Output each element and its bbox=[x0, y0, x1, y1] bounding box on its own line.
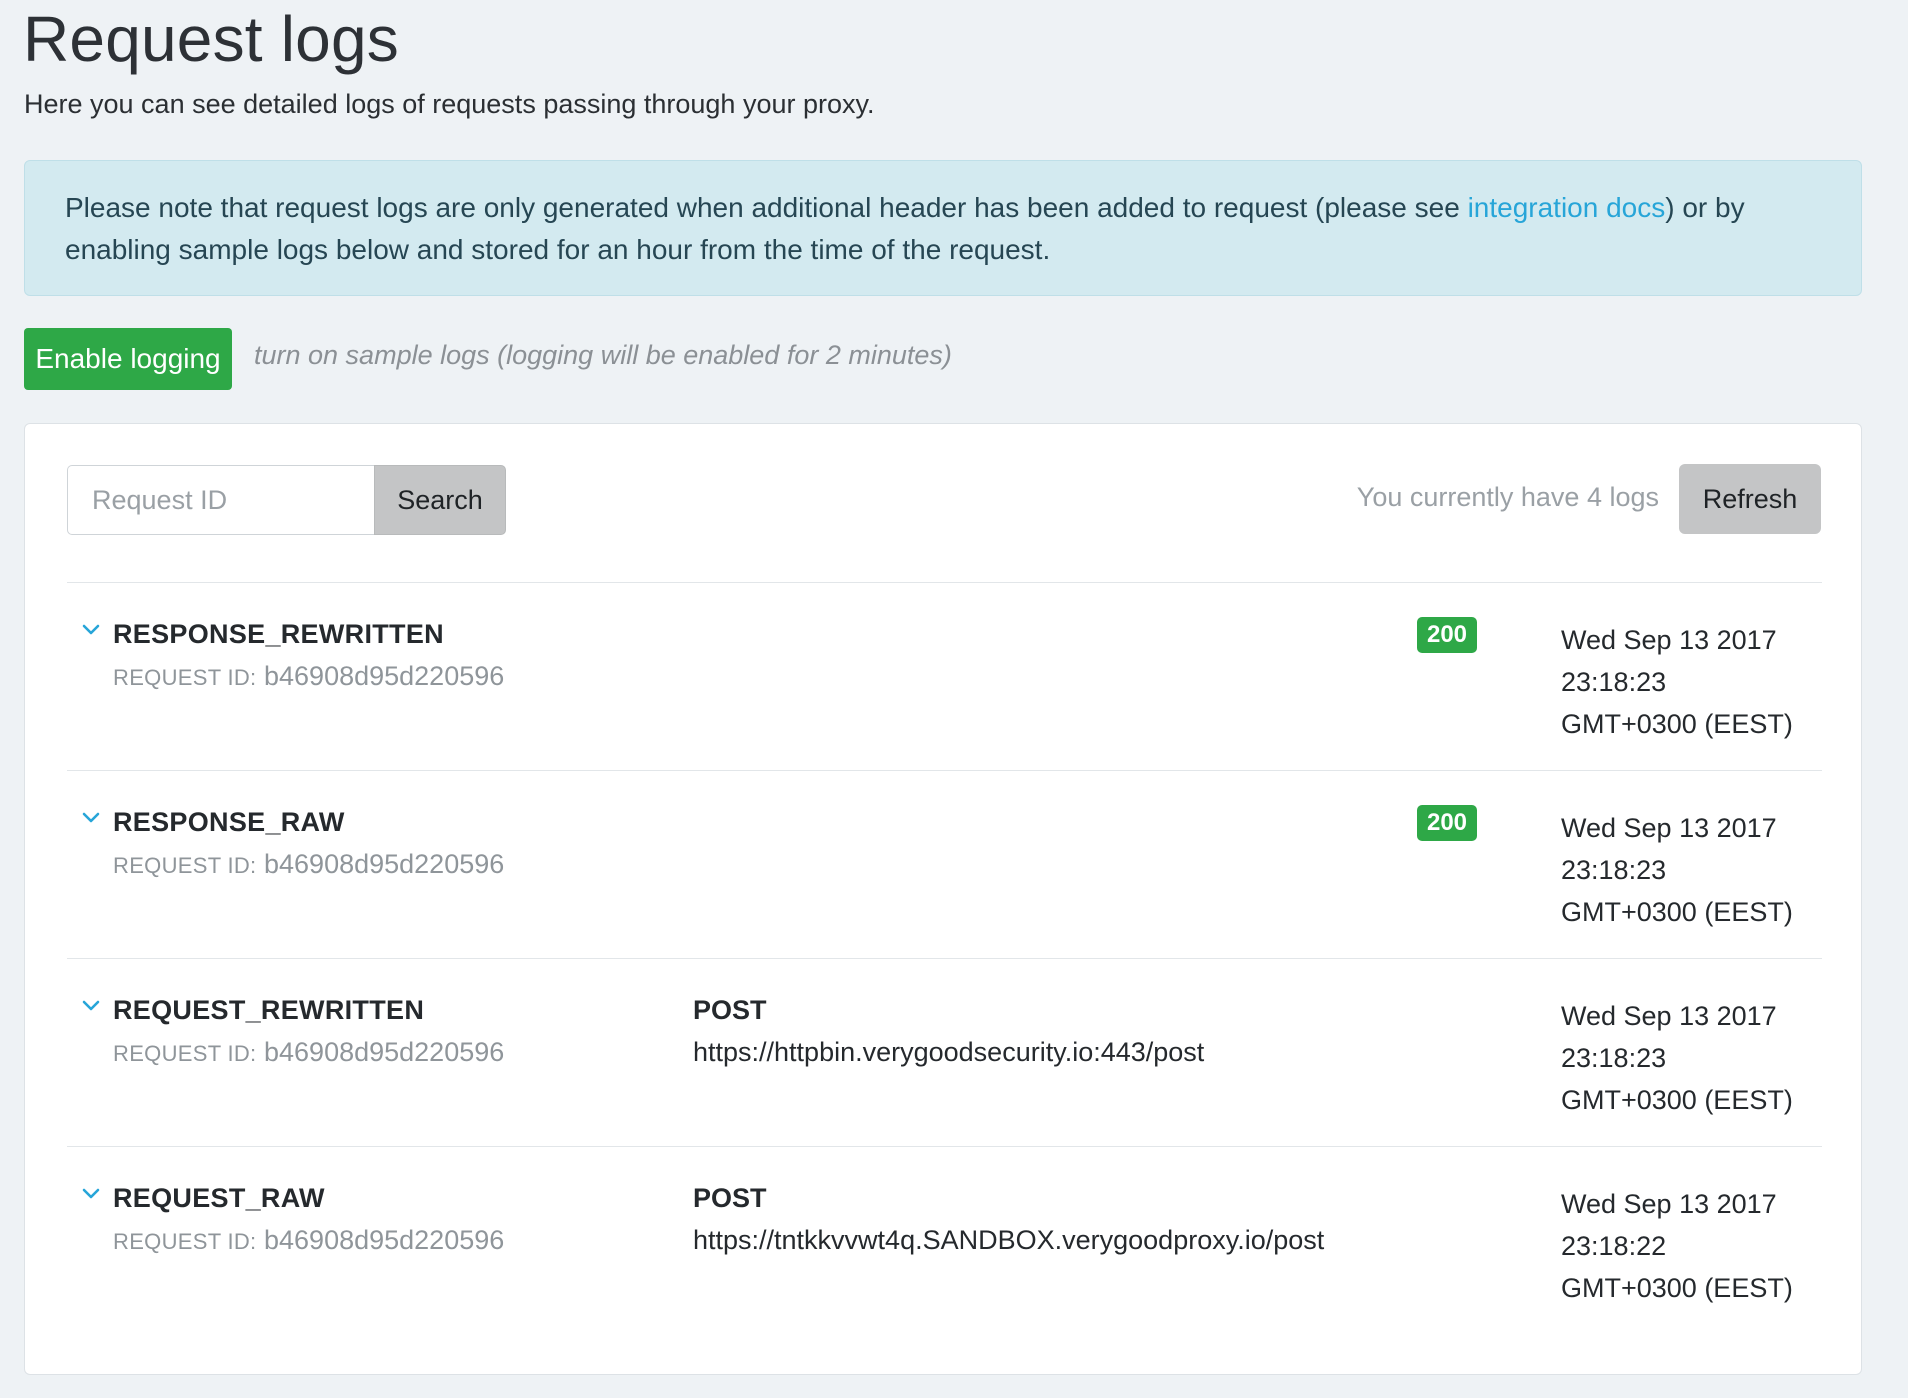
logs-card: Search You currently have 4 logs Refresh… bbox=[24, 423, 1862, 1375]
log-row[interactable]: RESPONSE_RAW REQUEST ID: b46908d95d22059… bbox=[67, 771, 1822, 959]
log-url: https://tntkkvvwt4q.SANDBOX.verygoodprox… bbox=[693, 1225, 1325, 1255]
log-date: Wed Sep 13 2017 bbox=[1561, 813, 1777, 843]
request-logs-page: Request logs Here you can see detailed l… bbox=[0, 0, 1908, 1398]
log-row[interactable]: REQUEST_RAW REQUEST ID: b46908d95d220596… bbox=[67, 1147, 1822, 1335]
log-row[interactable]: RESPONSE_REWRITTEN REQUEST ID: b46908d95… bbox=[67, 583, 1822, 771]
log-type: RESPONSE_REWRITTEN bbox=[113, 619, 444, 649]
log-request-id: REQUEST ID: b46908d95d220596 bbox=[113, 1225, 504, 1256]
request-id-label: REQUEST ID: bbox=[113, 853, 257, 878]
log-timestamp: Wed Sep 13 2017 23:18:23 GMT+0300 (EEST) bbox=[1561, 807, 1801, 933]
page-subtitle: Here you can see detailed logs of reques… bbox=[24, 89, 875, 119]
search-button[interactable]: Search bbox=[374, 465, 506, 535]
log-request-id: REQUEST ID: b46908d95d220596 bbox=[113, 1037, 504, 1068]
log-timezone: GMT+0300 (EEST) bbox=[1561, 1085, 1793, 1115]
enable-logging-button[interactable]: Enable logging bbox=[24, 328, 232, 390]
request-id-label: REQUEST ID: bbox=[113, 1229, 257, 1254]
request-id-search-input[interactable] bbox=[67, 465, 374, 535]
log-url: https://httpbin.verygoodsecurity.io:443/… bbox=[693, 1037, 1205, 1067]
log-time: 23:18:22 bbox=[1561, 1231, 1667, 1261]
log-time: 23:18:23 bbox=[1561, 1043, 1667, 1073]
log-timestamp: Wed Sep 13 2017 23:18:23 GMT+0300 (EEST) bbox=[1561, 995, 1801, 1121]
log-type: REQUEST_RAW bbox=[113, 1183, 325, 1213]
log-list: RESPONSE_REWRITTEN REQUEST ID: b46908d95… bbox=[67, 582, 1822, 1335]
request-id-label: REQUEST ID: bbox=[113, 1041, 257, 1066]
log-timezone: GMT+0300 (EEST) bbox=[1561, 1273, 1793, 1303]
chevron-down-icon[interactable] bbox=[81, 811, 101, 825]
request-id-value: b46908d95d220596 bbox=[264, 1225, 505, 1255]
log-type: REQUEST_REWRITTEN bbox=[113, 995, 425, 1025]
request-id-value: b46908d95d220596 bbox=[264, 849, 505, 879]
log-type: RESPONSE_RAW bbox=[113, 807, 345, 837]
log-request-id: REQUEST ID: b46908d95d220596 bbox=[113, 849, 504, 880]
log-count-text: You currently have 4 logs bbox=[1356, 482, 1659, 512]
request-id-value: b46908d95d220596 bbox=[264, 661, 505, 691]
log-date: Wed Sep 13 2017 bbox=[1561, 1189, 1777, 1219]
enable-logging-hint: turn on sample logs (logging will be ena… bbox=[254, 340, 952, 370]
log-date: Wed Sep 13 2017 bbox=[1561, 625, 1777, 655]
page-title: Request logs bbox=[23, 3, 399, 75]
log-time: 23:18:23 bbox=[1561, 667, 1667, 697]
log-row[interactable]: REQUEST_REWRITTEN REQUEST ID: b46908d95d… bbox=[67, 959, 1822, 1147]
chevron-down-icon[interactable] bbox=[81, 1187, 101, 1201]
log-timezone: GMT+0300 (EEST) bbox=[1561, 709, 1793, 739]
request-id-value: b46908d95d220596 bbox=[264, 1037, 505, 1067]
log-method: POST bbox=[693, 1183, 767, 1213]
integration-docs-link[interactable]: integration docs bbox=[1468, 192, 1666, 223]
notice-text-before: Please note that request logs are only g… bbox=[65, 192, 1468, 223]
log-timezone: GMT+0300 (EEST) bbox=[1561, 897, 1793, 927]
info-notice: Please note that request logs are only g… bbox=[24, 160, 1862, 296]
request-id-label: REQUEST ID: bbox=[113, 665, 257, 690]
log-time: 23:18:23 bbox=[1561, 855, 1667, 885]
refresh-button[interactable]: Refresh bbox=[1679, 464, 1821, 534]
status-badge: 200 bbox=[1417, 805, 1477, 841]
log-request-id: REQUEST ID: b46908d95d220596 bbox=[113, 661, 504, 692]
log-date: Wed Sep 13 2017 bbox=[1561, 1001, 1777, 1031]
status-badge: 200 bbox=[1417, 617, 1477, 653]
log-timestamp: Wed Sep 13 2017 23:18:23 GMT+0300 (EEST) bbox=[1561, 619, 1801, 745]
log-timestamp: Wed Sep 13 2017 23:18:22 GMT+0300 (EEST) bbox=[1561, 1183, 1801, 1309]
log-method: POST bbox=[693, 995, 767, 1025]
chevron-down-icon[interactable] bbox=[81, 999, 101, 1013]
chevron-down-icon[interactable] bbox=[81, 623, 101, 637]
